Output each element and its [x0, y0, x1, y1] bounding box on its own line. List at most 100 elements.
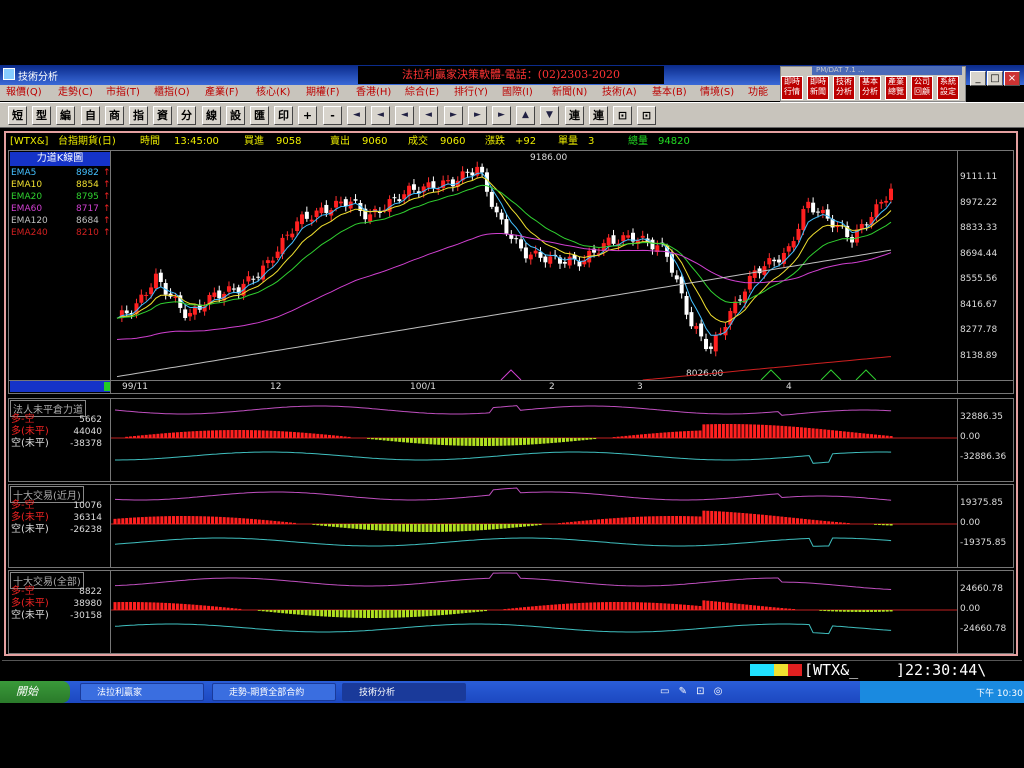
menu-item-15[interactable]: 功能 — [748, 86, 768, 100]
histogram-bar — [148, 602, 152, 610]
close-button[interactable]: × — [1004, 71, 1020, 86]
histogram-bar — [819, 610, 823, 611]
histogram-bar — [647, 602, 651, 610]
toolbar-button-21[interactable]: ▲ — [516, 106, 535, 125]
quick-button-6[interactable]: 系統設定 — [937, 76, 959, 100]
toolbar-button-5[interactable]: 指 — [129, 106, 148, 125]
toolbar-button-14[interactable]: ◄ — [347, 106, 366, 125]
histogram-bar — [175, 603, 179, 610]
menu-item-14[interactable]: 情境(S) — [700, 86, 734, 100]
toolbar-button-24[interactable]: 連 — [589, 106, 608, 125]
histogram-bar — [640, 434, 643, 438]
histogram-bar — [285, 522, 289, 524]
quick-button-2[interactable]: 技術分析 — [833, 76, 855, 100]
toolbar-button-8[interactable]: 線 — [202, 106, 221, 125]
histogram-bar — [675, 604, 679, 610]
toolbar-button-6[interactable]: 資 — [153, 106, 172, 125]
toolbar-button-2[interactable]: 編 — [56, 106, 75, 125]
histogram-bar — [842, 522, 846, 524]
histogram-bar — [390, 610, 394, 618]
toolbar-button-4[interactable]: 商 — [105, 106, 124, 125]
maximize-button[interactable]: □ — [987, 71, 1003, 86]
menu-item-2[interactable]: 市指(T) — [106, 86, 140, 100]
toolbar-button-15[interactable]: ◄ — [371, 106, 390, 125]
toolbar-button-17[interactable]: ◄ — [419, 106, 438, 125]
histogram-bar — [737, 512, 741, 524]
toolbar-button-11[interactable]: 印 — [274, 106, 293, 125]
menu-item-13[interactable]: 基本(B) — [652, 86, 687, 100]
histogram-bar — [152, 602, 156, 610]
start-button[interactable]: 開始 — [0, 681, 70, 703]
x-tick: 2 — [549, 382, 555, 392]
histogram-bar — [565, 438, 569, 442]
menu-item-8[interactable]: 綜合(E) — [405, 86, 439, 100]
histogram-bar — [811, 428, 815, 438]
menu-item-0[interactable]: 報價(Q) — [6, 86, 42, 100]
histogram-bar — [211, 430, 214, 438]
toolbar-button-25[interactable]: ⊡ — [613, 106, 632, 125]
histogram-bar — [429, 524, 433, 532]
histogram-bar — [534, 438, 538, 445]
toolbar-button-13[interactable]: - — [323, 106, 342, 125]
histogram-bar — [121, 602, 125, 610]
histogram-bar — [164, 433, 168, 438]
toolbar-button-23[interactable]: 連 — [565, 106, 584, 125]
histogram-bar — [585, 520, 589, 524]
toolbar-button-18[interactable]: ► — [444, 106, 463, 125]
histogram-bar — [370, 524, 374, 531]
histogram-bar — [296, 610, 300, 615]
toolbar-button-7[interactable]: 分 — [177, 106, 196, 125]
toolbar-button-3[interactable]: 自 — [81, 106, 100, 125]
histogram-bar — [585, 438, 589, 440]
quick-button-3[interactable]: 基本分析 — [859, 76, 881, 100]
histogram-bar — [164, 602, 168, 610]
histogram-bar — [328, 524, 331, 527]
histogram-bar — [526, 524, 530, 527]
toolbar-button-1[interactable]: 型 — [32, 106, 51, 125]
histogram-bar — [417, 524, 421, 532]
toolbar-button-20[interactable]: ► — [492, 106, 511, 125]
task-technical[interactable]: 技術分析 — [342, 683, 466, 701]
histogram-bar — [866, 433, 870, 438]
ema5-line — [116, 172, 892, 336]
menu-item-1[interactable]: 走勢(C) — [58, 86, 93, 100]
quick-button-1[interactable]: 即時新聞 — [807, 76, 829, 100]
quick-button-5[interactable]: 公司回顧 — [911, 76, 933, 100]
menu-item-12[interactable]: 技術(A) — [602, 86, 637, 100]
quick-button-4[interactable]: 產業總覽 — [885, 76, 907, 100]
menu-item-6[interactable]: 期權(F) — [306, 86, 340, 100]
toolbar-button-26[interactable]: ⊡ — [637, 106, 656, 125]
menu-item-3[interactable]: 櫃指(O) — [154, 86, 190, 100]
quick-button-0[interactable]: 即時行情 — [781, 76, 803, 100]
menu-item-5[interactable]: 核心(K) — [256, 86, 290, 100]
toolbar-button-12[interactable]: + — [298, 106, 317, 125]
histogram-bar — [335, 610, 339, 618]
toolbar-button-0[interactable]: 短 — [8, 106, 27, 125]
toolbar-button-16[interactable]: ◄ — [395, 106, 414, 125]
histogram-bar — [640, 516, 643, 524]
menu-item-7[interactable]: 香港(H) — [356, 86, 391, 100]
toolbar-button-19[interactable]: ► — [468, 106, 487, 125]
histogram-bar — [562, 522, 565, 524]
histogram-bar — [577, 438, 581, 441]
histogram-bar — [417, 438, 421, 444]
histogram-bar — [725, 602, 729, 610]
toolbar-button-22[interactable]: ▼ — [540, 106, 559, 125]
menu-item-4[interactable]: 產業(F) — [205, 86, 239, 100]
menu-item-11[interactable]: 新聞(N) — [552, 86, 587, 100]
histogram-bar — [261, 430, 265, 438]
menu-item-9[interactable]: 排行(Y) — [454, 86, 488, 100]
menu-item-10[interactable]: 國際(I) — [502, 86, 533, 100]
quicklaunch-icons[interactable]: ▭ ✎ ⊡ ◎ — [660, 686, 725, 697]
histogram-bar — [725, 511, 729, 524]
candle-body — [153, 273, 158, 289]
toolbar-button-9[interactable]: 設 — [226, 106, 245, 125]
histogram-bar — [815, 428, 819, 438]
task-futures[interactable]: 走勢-期貨全部合約 — [212, 683, 336, 701]
histogram-bar — [690, 605, 694, 610]
task-ferrari[interactable]: 法拉利贏家 — [80, 683, 204, 701]
histogram-bar — [784, 608, 788, 610]
toolbar-button-10[interactable]: 匯 — [250, 106, 269, 125]
quote-time: 13:45:00 — [174, 136, 219, 147]
minimize-button[interactable]: _ — [970, 71, 986, 86]
